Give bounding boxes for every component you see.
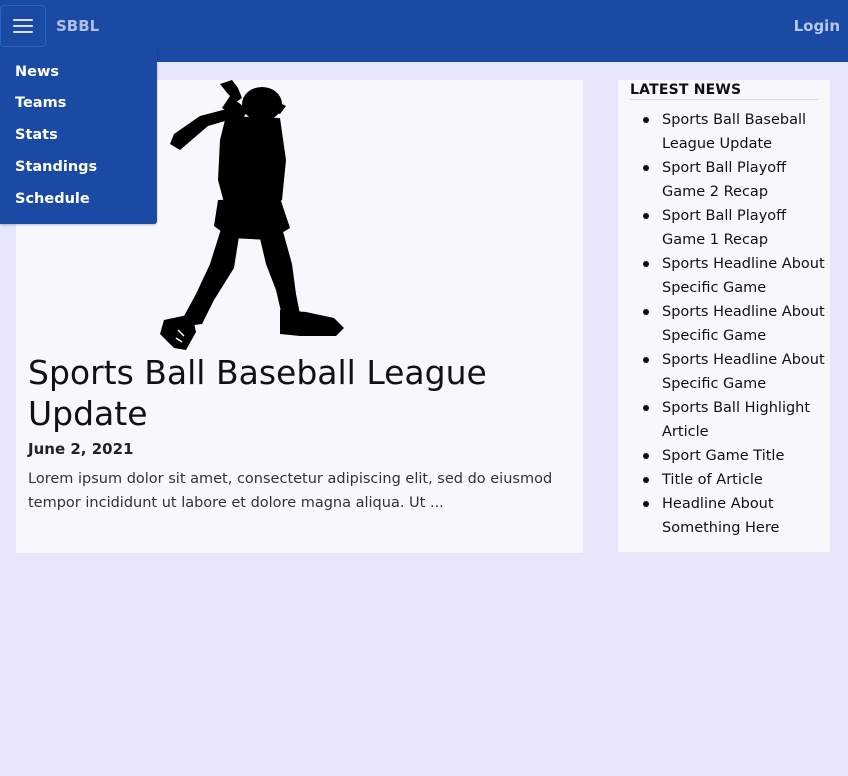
menu-item-stats[interactable]: Stats bbox=[15, 127, 58, 143]
hamburger-icon bbox=[13, 19, 33, 33]
dropdown-menu: News Teams Stats Standings Schedule bbox=[0, 48, 157, 224]
hamburger-menu-button[interactable] bbox=[0, 5, 46, 47]
latest-news-list: Sports Ball Baseball League Update Sport… bbox=[618, 108, 830, 540]
news-list-item[interactable]: Title of Article bbox=[618, 468, 830, 492]
news-list-item[interactable]: Sports Headline About Specific Game bbox=[618, 252, 830, 300]
article-excerpt: Lorem ipsum dolor sit amet, consectetur … bbox=[28, 471, 553, 511]
latest-news-heading: LATEST NEWS bbox=[630, 82, 818, 100]
baseball-player-image bbox=[160, 80, 344, 350]
menu-item-news[interactable]: News bbox=[15, 64, 59, 80]
menu-item-teams[interactable]: Teams bbox=[15, 95, 66, 111]
login-link[interactable]: Login bbox=[794, 17, 840, 35]
latest-news-card: LATEST NEWS Sports Ball Baseball League … bbox=[618, 80, 830, 552]
news-list-item[interactable]: Sports Headline About Specific Game bbox=[618, 348, 830, 396]
news-list-item[interactable]: Sports Ball Highlight Article bbox=[618, 396, 830, 444]
article-date: June 2, 2021 bbox=[28, 440, 134, 458]
news-list-item[interactable]: Sport Ball Playoff Game 2 Recap bbox=[618, 156, 830, 204]
news-list-item[interactable]: Headline About Something Here bbox=[618, 492, 830, 540]
article-title[interactable]: Sports Ball Baseball League Update bbox=[28, 352, 548, 434]
news-list-item[interactable]: Sport Game Title bbox=[618, 444, 830, 468]
news-list-item[interactable]: Sports Ball Baseball League Update bbox=[618, 108, 830, 156]
news-list-item[interactable]: Sports Headline About Specific Game bbox=[618, 300, 830, 348]
news-list-item[interactable]: Sport Ball Playoff Game 1 Recap bbox=[618, 204, 830, 252]
menu-item-schedule[interactable]: Schedule bbox=[15, 191, 90, 207]
menu-item-standings[interactable]: Standings bbox=[15, 159, 97, 175]
brand-link[interactable]: SBBL bbox=[56, 17, 99, 35]
